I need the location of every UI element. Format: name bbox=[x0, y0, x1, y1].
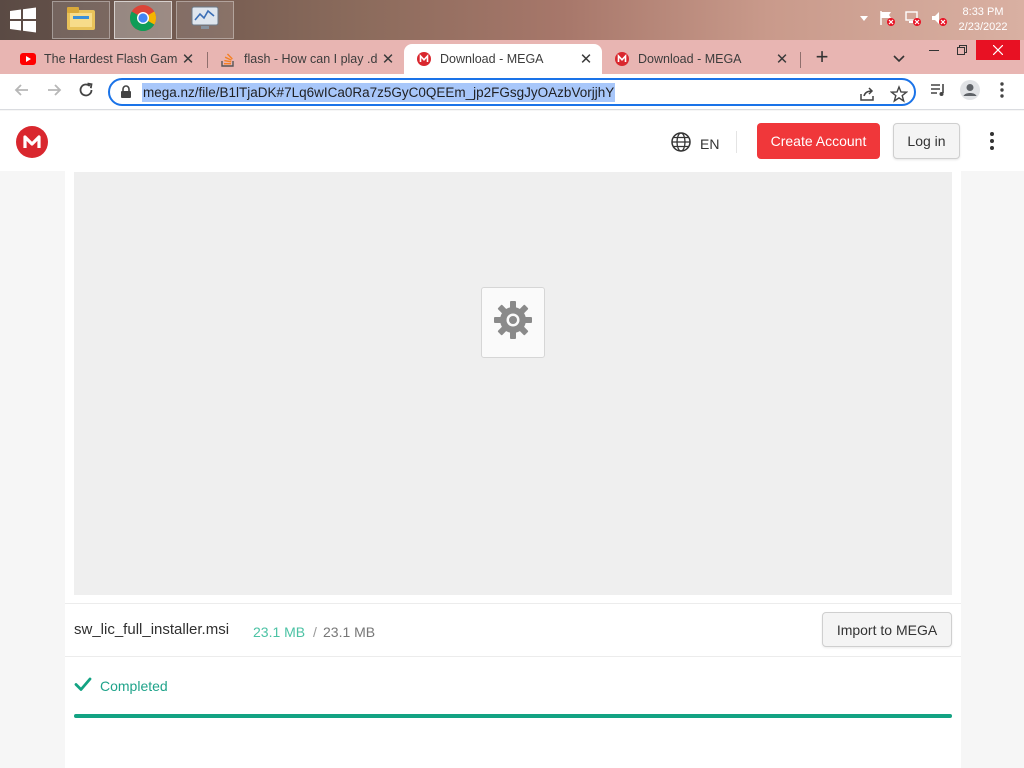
tab-close-icon[interactable]: ✕ bbox=[576, 50, 596, 68]
arrow-right-icon bbox=[45, 81, 63, 104]
language-selector[interactable]: EN bbox=[670, 131, 719, 156]
tab-title: Download - MEGA bbox=[440, 52, 544, 66]
profile-button[interactable] bbox=[958, 79, 982, 106]
size-separator: / bbox=[313, 624, 317, 640]
stackoverflow-icon bbox=[220, 51, 236, 67]
browser-toolbar: mega.nz/file/B1lTjaDK#7Lq6wICa0Ra7z5GyC0… bbox=[0, 74, 1024, 110]
file-name: sw_lic_full_installer.msi bbox=[74, 621, 230, 638]
tab-strip: The Hardest Flash Game ✕ flash - How can… bbox=[0, 40, 1024, 74]
address-bar[interactable]: mega.nz/file/B1lTjaDK#7Lq6wICa0Ra7z5GyC0… bbox=[108, 78, 916, 106]
network-icon[interactable] bbox=[904, 9, 922, 32]
folder-icon bbox=[65, 4, 97, 37]
language-label: EN bbox=[700, 135, 720, 152]
taskbar-performance-monitor[interactable] bbox=[176, 1, 234, 39]
tab-search-icon[interactable] bbox=[890, 49, 908, 67]
url-text[interactable]: mega.nz/file/B1lTjaDK#7Lq6wICa0Ra7z5GyC0… bbox=[142, 83, 616, 102]
status-text: Completed bbox=[100, 677, 168, 694]
new-tab-button[interactable]: + bbox=[810, 46, 834, 70]
back-button[interactable] bbox=[10, 80, 34, 104]
tab-flash-stackoverflow[interactable]: flash - How can I play .dc ✕ bbox=[208, 44, 404, 74]
reload-icon bbox=[77, 81, 95, 104]
file-preview-area bbox=[74, 172, 952, 595]
tab-hardest-flash-game[interactable]: The Hardest Flash Game ✕ bbox=[8, 44, 204, 74]
tab-title: Download - MEGA bbox=[638, 52, 742, 66]
mega-icon bbox=[416, 51, 432, 67]
avatar-icon bbox=[959, 79, 981, 106]
windows-start-icon[interactable] bbox=[8, 6, 38, 34]
tab-download-mega-active[interactable]: Download - MEGA ✕ bbox=[404, 44, 602, 74]
share-icon[interactable] bbox=[858, 85, 876, 103]
globe-icon bbox=[670, 131, 692, 156]
mega-header: EN Create Account Log in bbox=[0, 111, 1024, 171]
login-button[interactable]: Log in bbox=[893, 123, 960, 159]
volume-muted-icon[interactable] bbox=[930, 9, 948, 32]
chrome-menu-button[interactable] bbox=[990, 80, 1014, 104]
total-size: 23.1 MB bbox=[323, 624, 376, 640]
forward-button[interactable] bbox=[42, 80, 66, 104]
download-status: Completed bbox=[74, 676, 168, 695]
lock-icon[interactable] bbox=[120, 85, 132, 104]
youtube-icon bbox=[20, 51, 36, 67]
tab-close-icon[interactable]: ✕ bbox=[772, 50, 792, 68]
gear-icon bbox=[492, 299, 534, 346]
import-to-mega-button[interactable]: Import to MEGA bbox=[822, 612, 952, 647]
taskbar-chrome[interactable] bbox=[114, 1, 172, 39]
tab-download-mega[interactable]: Download - MEGA ✕ bbox=[602, 44, 798, 74]
checkmark-icon bbox=[74, 676, 92, 695]
mega-logo-icon[interactable] bbox=[16, 126, 48, 158]
file-type-tile bbox=[481, 287, 545, 358]
system-tray: 8:33 PM 2/23/2022 bbox=[858, 0, 1024, 40]
playlist-icon bbox=[929, 81, 947, 104]
more-options-icon[interactable] bbox=[982, 131, 1002, 151]
taskbar-clock[interactable]: 8:33 PM 2/23/2022 bbox=[956, 5, 1010, 35]
reload-button[interactable] bbox=[74, 80, 98, 104]
tab-close-icon[interactable]: ✕ bbox=[378, 50, 398, 68]
arrow-left-icon bbox=[13, 81, 31, 104]
bookmark-star-icon[interactable] bbox=[889, 85, 909, 103]
close-window-button[interactable] bbox=[976, 40, 1020, 60]
monitor-icon bbox=[189, 4, 221, 37]
action-center-flag-icon[interactable] bbox=[878, 9, 896, 32]
reading-list-button[interactable] bbox=[926, 80, 950, 104]
mega-icon bbox=[614, 51, 630, 67]
tab-title: flash - How can I play .dc bbox=[244, 52, 378, 66]
download-progress-fill bbox=[74, 714, 952, 718]
windows-taskbar: 8:33 PM 2/23/2022 bbox=[0, 0, 1024, 40]
header-divider bbox=[736, 131, 737, 153]
clock-date: 2/23/2022 bbox=[958, 21, 1008, 33]
taskbar-file-explorer[interactable] bbox=[52, 1, 110, 39]
chrome-icon bbox=[128, 3, 158, 38]
clock-time: 8:33 PM bbox=[962, 6, 1004, 18]
tab-divider bbox=[800, 52, 801, 68]
tray-overflow-icon[interactable] bbox=[858, 11, 870, 29]
tab-close-icon[interactable]: ✕ bbox=[178, 50, 198, 68]
download-progress-bar bbox=[74, 714, 952, 718]
downloaded-size: 23.1 MB bbox=[253, 624, 306, 640]
more-vertical-icon bbox=[999, 81, 1005, 104]
tab-title: The Hardest Flash Game bbox=[44, 52, 178, 66]
create-account-button[interactable]: Create Account bbox=[757, 123, 880, 159]
